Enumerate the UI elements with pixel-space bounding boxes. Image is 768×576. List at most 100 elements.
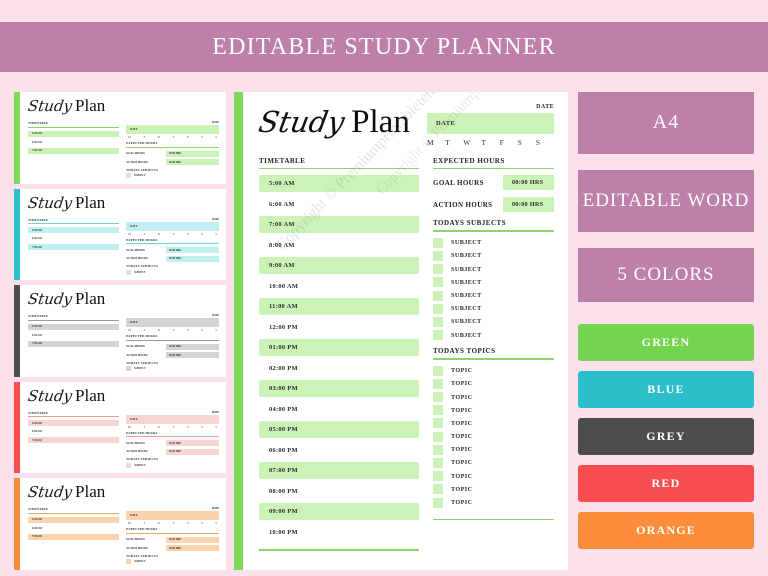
subject-row[interactable]: SUBJECT bbox=[433, 290, 554, 301]
subject-label: SUBJECT bbox=[451, 265, 482, 273]
thumbnail-weekday: S bbox=[201, 135, 203, 139]
topic-row[interactable]: TOPIC bbox=[433, 497, 554, 508]
thumbnail-details-column: DATE DATE M T W T F S S EXPECTED HOURS GOAL HOURS 0… bbox=[126, 314, 219, 375]
timetable-row[interactable]: 06:00 PM bbox=[259, 442, 419, 459]
checkbox-icon[interactable] bbox=[433, 365, 443, 376]
topic-row[interactable]: TOPIC bbox=[433, 378, 554, 389]
timetable-row[interactable]: 10:00 PM bbox=[259, 524, 419, 541]
thumbnail-weekday: T bbox=[172, 521, 175, 526]
thumbnail-weekday: F bbox=[187, 328, 189, 333]
goal-hours-label: GOAL HOURS bbox=[433, 178, 484, 187]
checkbox-icon[interactable] bbox=[433, 471, 443, 482]
checkbox-icon[interactable] bbox=[433, 290, 443, 301]
details-column: EXPECTED HOURS GOAL HOURS 00:00 HRS ACTI… bbox=[433, 157, 554, 570]
checkbox-icon[interactable] bbox=[433, 497, 443, 508]
weekday-2: W bbox=[463, 138, 471, 147]
thumbnail-weekday: S bbox=[215, 135, 217, 139]
thumbnail-weekday: S bbox=[201, 231, 203, 236]
thumbnail-title-script: Study bbox=[26, 193, 74, 212]
subject-row[interactable]: SUBJECT bbox=[433, 264, 554, 275]
thumbnail-blue[interactable]: Study Plan TIMETABLE 5:00 AM 6:00 AM 7:00 AM D… bbox=[14, 188, 226, 281]
timetable-row[interactable]: 08:00 PM bbox=[259, 483, 419, 500]
timetable-row[interactable]: 04:00 PM bbox=[259, 401, 419, 418]
color-swatch-blue[interactable]: BLUE bbox=[578, 371, 754, 408]
timetable-row[interactable]: 7:00 AM bbox=[259, 216, 419, 234]
checkbox-icon[interactable] bbox=[433, 330, 443, 341]
checkbox-icon[interactable] bbox=[433, 303, 443, 314]
subject-row[interactable]: SUBJECT bbox=[433, 237, 554, 248]
topic-row[interactable]: TOPIC bbox=[433, 471, 554, 482]
thumbnail-expected-hours-heading: EXPECTED HOURS bbox=[126, 430, 158, 435]
timetable-row[interactable]: 10:00 AM bbox=[259, 278, 419, 295]
thumbnail-action-hours-row: ACTION HOURS 00:00 HRS bbox=[126, 352, 219, 359]
timetable-row[interactable]: 5:00 AM bbox=[259, 175, 419, 193]
color-swatch-orange[interactable]: ORANGE bbox=[578, 512, 754, 549]
timetable-row[interactable]: 12:00 PM bbox=[259, 319, 419, 336]
checkbox-icon[interactable] bbox=[433, 405, 443, 416]
topic-row[interactable]: TOPIC bbox=[433, 431, 554, 442]
action-hours-input[interactable]: 00:00 HRS bbox=[503, 197, 554, 213]
topic-row[interactable]: TOPIC bbox=[433, 365, 554, 376]
thumbnail-weekday: S bbox=[201, 328, 203, 333]
checkbox-icon[interactable] bbox=[433, 444, 443, 455]
color-swatch-red[interactable]: RED bbox=[578, 465, 754, 502]
timetable-time-label: 01:00 PM bbox=[269, 344, 298, 352]
thumbnail-subject-row: SUBJECT bbox=[126, 462, 219, 468]
expected-hours-divider bbox=[433, 168, 554, 170]
subject-row[interactable]: SUBJECT bbox=[433, 330, 554, 341]
timetable-row[interactable]: 01:00 PM bbox=[259, 339, 419, 357]
timetable-row[interactable]: 03:00 PM bbox=[259, 380, 419, 398]
timetable-row[interactable]: 07:00 PM bbox=[259, 462, 419, 480]
timetable-row[interactable]: 02:00 PM bbox=[259, 360, 419, 377]
checkbox-icon[interactable] bbox=[433, 250, 443, 261]
color-swatch-green[interactable]: GREEN bbox=[578, 324, 754, 361]
checkbox-icon[interactable] bbox=[433, 431, 443, 442]
checkbox-icon[interactable] bbox=[433, 237, 443, 248]
timetable-row[interactable]: 9:00 AM bbox=[259, 257, 419, 275]
thumbnail-grey[interactable]: Study Plan TIMETABLE 5:00 AM 6:00 AM 7:00 AM D… bbox=[14, 285, 226, 377]
topic-label: TOPIC bbox=[451, 433, 473, 441]
checkbox-icon[interactable] bbox=[433, 392, 443, 403]
topic-row[interactable]: TOPIC bbox=[433, 392, 554, 403]
topic-label: TOPIC bbox=[451, 485, 473, 493]
thumbnail-timetable-column: TIMETABLE 5:00 AM 6:00 AM 7:00 AM bbox=[28, 218, 120, 279]
topic-row[interactable]: TOPIC bbox=[433, 418, 554, 429]
timetable-time-label: 09:00 PM bbox=[269, 508, 298, 516]
color-swatch-grey[interactable]: GREY bbox=[578, 418, 754, 455]
date-input-placeholder: DATE bbox=[436, 120, 456, 127]
thumbnail-subjects-heading: TODAYS SUBJECTS bbox=[126, 360, 159, 365]
goal-hours-input[interactable]: 00:00 HRS bbox=[503, 175, 554, 191]
timetable-row[interactable]: 09:00 PM bbox=[259, 503, 419, 521]
topic-row[interactable]: TOPIC bbox=[433, 444, 554, 455]
thumbnail-weekday: W bbox=[157, 328, 161, 333]
subject-row[interactable]: SUBJECT bbox=[433, 303, 554, 314]
weekday-3: T bbox=[481, 138, 487, 147]
checkbox-icon[interactable] bbox=[433, 277, 443, 288]
date-input[interactable]: DATE bbox=[427, 113, 554, 134]
checkbox-icon[interactable] bbox=[433, 457, 443, 468]
topics-footer-divider bbox=[433, 518, 554, 521]
timetable-row[interactable]: 05:00 PM bbox=[259, 421, 419, 439]
topic-row[interactable]: TOPIC bbox=[433, 457, 554, 468]
thumbnail-goal-hours-row: GOAL HOURS 00:00 HRS bbox=[126, 440, 219, 447]
thumbnail-title: Study Plan bbox=[27, 290, 219, 311]
subject-row[interactable]: SUBJECT bbox=[433, 316, 554, 327]
subject-row[interactable]: SUBJECT bbox=[433, 250, 554, 261]
subject-row[interactable]: SUBJECT bbox=[433, 277, 554, 288]
thumbnail-weekday: S bbox=[215, 424, 217, 429]
checkbox-icon[interactable] bbox=[433, 316, 443, 327]
checkbox-icon[interactable] bbox=[433, 378, 443, 389]
checkbox-icon[interactable] bbox=[433, 264, 443, 275]
thumbnail-green[interactable]: Study Plan TIMETABLE 5:00 AM 6:00 AM 7:00 AM D… bbox=[14, 92, 226, 184]
topic-row[interactable]: TOPIC bbox=[433, 405, 554, 416]
thumbnail-divider bbox=[28, 319, 120, 321]
thumbnail-red[interactable]: Study Plan TIMETABLE 5:00 AM 6:00 AM 7:00 AM D… bbox=[14, 381, 226, 474]
checkbox-icon[interactable] bbox=[433, 484, 443, 495]
thumbnail-weekday: W bbox=[157, 521, 161, 526]
checkbox-icon[interactable] bbox=[433, 418, 443, 429]
timetable-row[interactable]: 11:00 AM bbox=[259, 298, 419, 316]
topic-row[interactable]: TOPIC bbox=[433, 484, 554, 495]
timetable-row[interactable]: 8:00 AM bbox=[259, 237, 419, 254]
timetable-row[interactable]: 6:00 AM bbox=[259, 196, 419, 213]
thumbnail-orange[interactable]: Study Plan TIMETABLE 5:00 AM 6:00 AM 7:00 AM D… bbox=[14, 478, 226, 570]
